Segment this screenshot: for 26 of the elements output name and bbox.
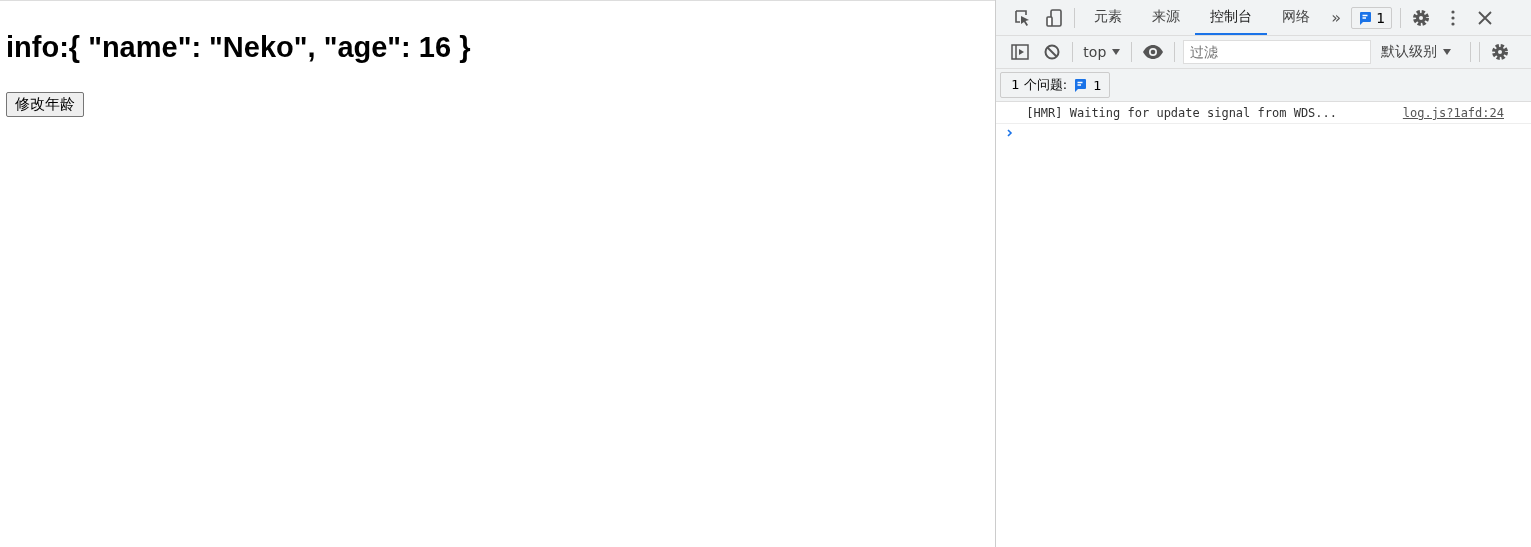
devtools-tab[interactable]: 来源 (1137, 0, 1196, 35)
filter-field[interactable]: 过滤 (1183, 40, 1372, 64)
message-icon (1358, 10, 1373, 25)
source-link[interactable]: log.js?1afd:24 (1402, 106, 1504, 120)
more-tabs-button[interactable]: » (1325, 8, 1348, 27)
sidebar-icon[interactable] (1010, 42, 1031, 62)
console-message: [HMR] Waiting for update signal from WDS... (1026, 106, 1338, 120)
eye-icon[interactable] (1142, 42, 1165, 62)
log-level-dropdown[interactable]: 默认级别 (1375, 43, 1459, 61)
issues-button[interactable]: 1 个问题: 1 (1000, 72, 1111, 98)
caret-icon (1111, 47, 1122, 57)
issues-label: 1 个问题: (1011, 76, 1068, 94)
caret-icon (1442, 47, 1453, 57)
message-icon (1073, 78, 1088, 92)
issues-count: 1 (1376, 9, 1386, 26)
devtools-tab[interactable]: 网络 (1267, 0, 1326, 35)
page-heading: info:{ "name": "Neko", "age": 16 } (6, 31, 472, 64)
settings-icon[interactable] (1490, 42, 1511, 62)
devtools-tab[interactable]: 元素 (1079, 0, 1138, 35)
issues-count: 1 (1093, 77, 1102, 93)
context-dropdown[interactable]: top (1077, 44, 1128, 60)
change-age-button[interactable]: 修改年龄 (6, 92, 84, 117)
settings-icon[interactable] (1411, 7, 1432, 28)
prompt-icon[interactable] (1006, 128, 1015, 138)
issues-badge[interactable]: 1 (1351, 6, 1393, 29)
device-icon[interactable] (1044, 7, 1065, 28)
